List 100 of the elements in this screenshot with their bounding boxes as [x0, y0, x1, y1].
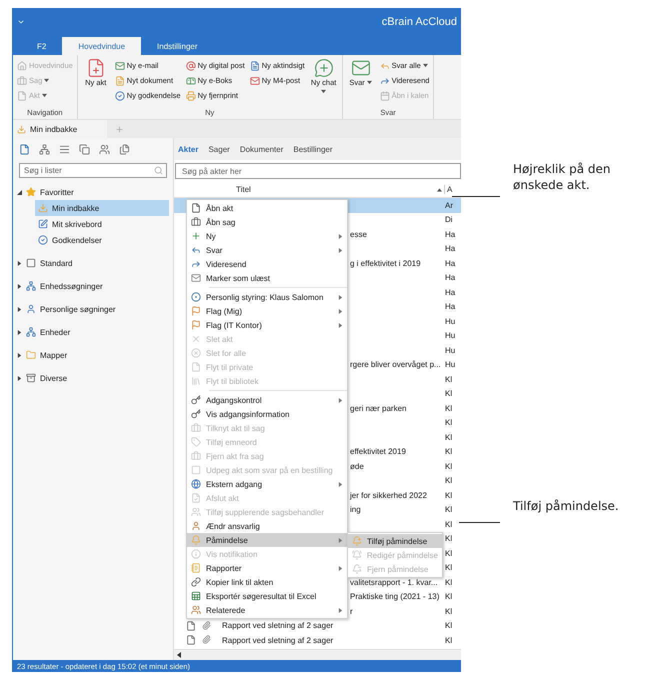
document-icon[interactable] — [19, 144, 30, 155]
key-icon — [191, 409, 201, 419]
book-icon — [191, 376, 201, 386]
table-cell-text: Kl — [445, 490, 454, 500]
tree-item[interactable]: Enhedssøgninger — [40, 282, 103, 290]
target-icon — [191, 292, 201, 302]
briefcase-icon — [191, 423, 201, 433]
tree-item[interactable]: Mapper — [40, 350, 68, 360]
envelope-icon — [250, 76, 260, 86]
expander-icon[interactable] — [17, 284, 22, 288]
table-cell-text: Hu — [445, 316, 456, 326]
folder-icon — [26, 350, 36, 360]
table-cell-text: Kl — [445, 592, 454, 602]
expander-icon[interactable] — [17, 376, 22, 380]
menu-item[interactable]: Videresend — [187, 257, 347, 271]
menu-item[interactable]: Ny — [187, 229, 347, 243]
expander-icon[interactable] — [17, 190, 22, 194]
table-cell-text: Kl — [445, 447, 454, 456]
tree-item[interactable]: Standard — [40, 258, 72, 268]
documents-icon[interactable] — [119, 144, 130, 155]
horizontal-scrollbar[interactable] — [174, 649, 461, 660]
annotation-text: Tilføj påmindelse. — [513, 499, 620, 515]
menu-item[interactable]: Svar — [187, 243, 347, 257]
table-cell-text: Kl — [445, 476, 454, 486]
tag-icon — [191, 437, 201, 447]
ribbon-tab[interactable]: Indstillinger — [141, 37, 214, 55]
table-cell: geri nær parken — [350, 404, 406, 413]
expander-icon[interactable] — [17, 330, 22, 334]
envelope-icon — [350, 58, 371, 78]
people-icon[interactable] — [99, 144, 110, 155]
menu-item[interactable]: Vis adgangsinformation — [187, 407, 347, 421]
envelope-icon — [114, 60, 125, 70]
check-circle-icon — [38, 235, 48, 245]
table-cell-text: Kl — [445, 389, 454, 398]
document-tab[interactable]: Min indbakke — [13, 120, 108, 138]
menu-item[interactable]: Flag (IT Kontor) — [187, 318, 347, 332]
spreadsheet-icon — [191, 591, 201, 601]
menu-item[interactable]: Åbn sag — [187, 215, 347, 229]
expander-icon[interactable] — [17, 352, 22, 358]
table-cell: effektivitet 2019 — [350, 447, 406, 456]
document-icon — [186, 635, 196, 646]
menu-item[interactable]: Flag (Mig) — [187, 304, 347, 318]
network-icon[interactable] — [39, 144, 50, 155]
tree-item[interactable]: Enheder — [40, 328, 70, 336]
briefcase-icon — [191, 217, 201, 227]
table-cell: jer for sikkerhed 2022 — [350, 490, 427, 500]
table-cell-text: Hu — [445, 331, 456, 340]
list-icon[interactable] — [59, 144, 70, 155]
tree-item[interactable]: Godkendelser — [35, 232, 169, 248]
expander-icon[interactable] — [17, 306, 22, 312]
bell-icon — [352, 564, 362, 574]
plus-icon — [191, 231, 201, 241]
table-cell: esse — [350, 230, 367, 239]
menu-item[interactable]: Eksportér søgeresultat til Excel — [187, 589, 347, 603]
copy-icon[interactable] — [79, 144, 90, 155]
tree-item[interactable]: Personlige søgninger — [40, 304, 116, 314]
tree-item[interactable]: Min indbakke — [35, 200, 169, 216]
menu-item[interactable]: Relaterede — [187, 603, 347, 617]
menu-item[interactable]: Marker som ulæst — [187, 271, 347, 285]
list-tab[interactable]: Dokumenter — [240, 144, 284, 154]
table-cell-text: Ha — [445, 302, 456, 312]
expander-icon[interactable] — [17, 260, 22, 266]
menu-item[interactable]: Rapporter — [187, 561, 347, 575]
list-tab[interactable]: Akter — [178, 144, 198, 154]
table-cell-text: Ha — [445, 258, 456, 268]
reply-icon — [380, 60, 390, 70]
square-icon — [26, 258, 36, 268]
network-icon — [26, 281, 36, 291]
list-tab[interactable]: Sager — [208, 144, 230, 154]
menu-item[interactable]: Adgangskontrol — [187, 393, 347, 407]
menu-item[interactable]: Personlig styring: Klaus Salomon — [187, 290, 347, 304]
report-icon — [191, 563, 201, 573]
tree-item[interactable]: Mit skrivebord — [35, 216, 169, 232]
network-icon — [26, 327, 36, 337]
search-field[interactable]: Søg på akter her — [175, 163, 461, 179]
tree-item[interactable]: Favoritter — [40, 188, 74, 196]
table-cell-text: Ha — [445, 273, 456, 282]
menu-item[interactable]: Ændr ansvarlig — [187, 519, 347, 533]
table-cell-text: Kl — [445, 636, 454, 645]
tree-item[interactable]: Diverse — [40, 374, 68, 382]
plus-icon — [115, 124, 124, 134]
archive-icon — [26, 373, 36, 383]
ribbon-tab[interactable]: Hovedvindue — [62, 37, 142, 55]
menu-item[interactable]: Kopier link til akten — [187, 575, 347, 589]
menu-item[interactable]: Åbn akt — [187, 201, 347, 215]
column-header[interactable]: A — [444, 185, 461, 194]
briefcase-icon — [17, 76, 27, 86]
table-cell: øde — [350, 462, 364, 471]
menu-item[interactable]: Tilføj påmindelse — [348, 534, 442, 548]
table-cell-text: Kl — [445, 606, 454, 616]
scroll-left-icon[interactable] — [176, 652, 182, 658]
search-field[interactable]: Søg i lister — [19, 163, 167, 178]
table-cell-text: Kl — [445, 404, 454, 413]
ribbon-tab[interactable]: F2 — [21, 37, 62, 55]
list-tab[interactable]: Bestillinger — [293, 144, 333, 154]
document-icon — [191, 203, 201, 213]
leader-line — [452, 196, 500, 197]
menu-item[interactable]: Ekstern adgang — [187, 477, 347, 491]
column-header[interactable]: Titel — [236, 185, 437, 194]
table-cell: ing — [350, 505, 361, 514]
